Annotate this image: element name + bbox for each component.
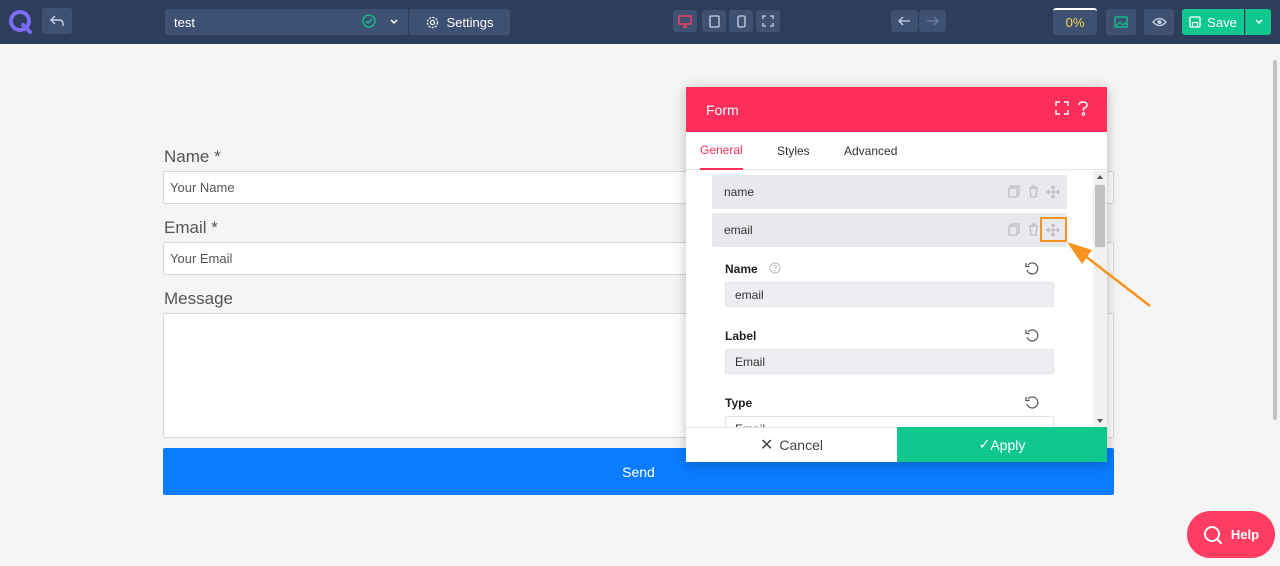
page-scrollbar-thumb[interactable] [1273,60,1277,420]
undo-icon[interactable] [42,8,72,34]
field-item-name[interactable]: name [712,175,1067,209]
search-icon [1203,525,1222,544]
apply-button[interactable]: ✓ Apply [897,427,1107,462]
image-icon [1114,16,1128,28]
label-input[interactable]: Email [725,349,1054,374]
message-field-label: Message [164,289,233,308]
cancel-button[interactable]: ✕ Cancel [686,427,897,462]
form-settings-panel: Form General Styles Advanced name email [686,87,1107,462]
close-icon: ✕ [760,437,774,454]
gear-icon [426,16,438,28]
chevron-down-icon [1254,19,1263,25]
field-item-label: name [724,185,755,199]
control-label-type: Type [725,396,753,410]
mobile-icon [736,14,746,28]
progress-indicator[interactable]: 0% [1053,8,1097,35]
field-item-email[interactable]: email [712,213,1067,247]
history-back-button[interactable] [891,10,918,32]
field-item-label: email [724,223,753,237]
move-icon[interactable] [1046,185,1060,202]
fullscreen-icon[interactable] [1055,101,1069,118]
tab-styles[interactable]: Styles [777,132,810,170]
reset-icon[interactable] [1025,396,1039,415]
panel-header[interactable]: Form [686,87,1107,132]
panel-footer: ✕ Cancel ✓ Apply [686,427,1107,462]
top-toolbar: test Settings 0% Save [0,0,1280,44]
desktop-view-button[interactable] [673,10,697,32]
trash-icon[interactable] [1028,185,1039,201]
save-icon [1189,16,1201,28]
page-name: test [174,14,195,30]
tablet-icon [708,14,720,28]
history-forward-button[interactable] [919,10,946,32]
help-circle-icon[interactable] [769,262,781,274]
save-button[interactable]: Save [1182,9,1244,35]
desktop-icon [678,14,692,28]
control-label-text: Name [725,262,758,276]
name-field-label: Name * [164,147,221,166]
trash-icon[interactable] [1028,223,1039,239]
mobile-view-button[interactable] [729,10,753,32]
reset-icon[interactable] [1025,262,1039,281]
fullscreen-button[interactable] [756,10,780,32]
save-label: Save [1207,14,1237,30]
progress-value: 0% [1065,15,1085,30]
media-button[interactable] [1106,9,1136,35]
panel-body: name email Name email Label Email Type [686,171,1107,427]
eye-icon [1151,17,1167,27]
check-circle-icon [362,14,376,31]
annotation-arrow [1067,242,1151,307]
tab-general[interactable]: General [700,132,743,170]
name-attribute-input[interactable]: email [725,282,1054,307]
duplicate-icon[interactable] [1008,223,1020,239]
fullscreen-icon [762,15,774,27]
panel-title: Form [706,101,739,118]
control-label-label: Label [725,329,757,343]
tablet-view-button[interactable] [702,10,726,32]
cancel-label: Cancel [779,437,823,453]
email-field-label: Email * [164,218,218,237]
arrow-right-icon [927,16,939,26]
help-label: Help [1230,527,1260,542]
page-select-dropdown[interactable]: test [165,9,408,35]
chevron-down-icon [389,15,399,30]
help-button[interactable]: Help [1187,511,1275,558]
apply-label: Apply [990,436,1026,453]
logo-icon[interactable] [8,9,34,35]
panel-tabs: General Styles Advanced [686,132,1107,170]
duplicate-icon[interactable] [1008,185,1020,201]
save-options-button[interactable] [1245,9,1271,35]
settings-button[interactable]: Settings [409,9,510,35]
type-select[interactable]: Email [725,416,1054,427]
control-label-name: Name [725,262,781,276]
settings-label: Settings [446,14,494,30]
page-scrollbar[interactable] [1270,44,1280,566]
preview-button[interactable] [1144,9,1174,35]
tab-advanced[interactable]: Advanced [844,132,897,170]
arrow-left-icon [898,16,910,26]
help-circle-icon[interactable] [1077,101,1089,119]
checkmark-icon: ✓ [978,436,991,452]
reset-icon[interactable] [1025,329,1039,348]
